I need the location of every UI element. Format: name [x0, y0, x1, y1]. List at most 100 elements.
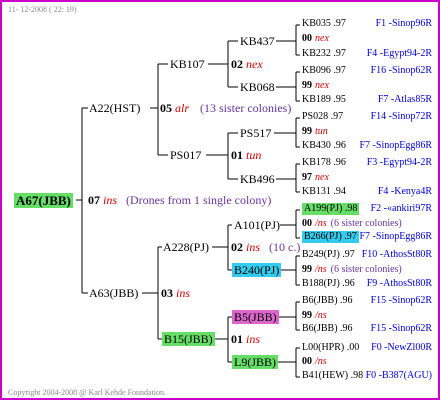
row-2-id[interactable]: KB232 .97	[302, 48, 346, 60]
row-22-rel: /ns	[315, 356, 327, 367]
ggp-kb068[interactable]: KB068	[240, 80, 275, 94]
row-7-gen: 99	[302, 126, 312, 137]
report-date: 11- 12-2008 ( 22: 19)	[8, 5, 77, 14]
p12-gen: 01	[231, 148, 243, 162]
gp-kb107[interactable]: KB107	[170, 57, 205, 71]
root-queen[interactable]: A67(JBB)	[14, 193, 73, 208]
p21-note: (10 c.)	[269, 240, 301, 254]
p2-gen-line: 03 ins	[161, 286, 190, 300]
row-1-gen-line: 00 nex	[302, 33, 329, 45]
row-14-id[interactable]: B266(PJ) .97	[302, 231, 359, 243]
row-7-gen-line: 99 tun	[302, 126, 328, 138]
row-22-gen-line: 00/ns	[302, 356, 327, 368]
row-13-note: (6 sister colonies)	[330, 218, 402, 229]
p22-rel: ins	[246, 332, 261, 346]
row-3-origin: F16 -Sinop62R	[370, 65, 432, 76]
row-16-note: (6 sister colonies)	[330, 264, 402, 275]
p2-rel: ins	[176, 286, 191, 300]
row-0-origin: F1 -Sinop96R	[375, 18, 432, 29]
row-13-rel: /ns	[315, 218, 327, 229]
row-6-origin: F14 -Sinop72R	[370, 111, 432, 122]
p11-rel: nex	[246, 57, 263, 71]
copyright: Copyright 2004-2008 @ Karl Kehde Foundat…	[8, 388, 167, 397]
row-3-id[interactable]: KB096 .97	[302, 65, 346, 77]
ggp-kb496[interactable]: KB496	[240, 172, 275, 186]
ggp-b240[interactable]: B240(PJ)	[232, 263, 282, 277]
row-20-id[interactable]: B6(JBB) .96	[302, 323, 353, 335]
row-18-origin: F15 -Sinop62R	[370, 295, 432, 306]
row-20-origin: F15 -Sinop62R	[370, 323, 432, 334]
row-11-origin: F4 -Kenya4R	[377, 186, 432, 197]
row-1-rel: nex	[315, 33, 329, 44]
p11-gen: 02	[231, 57, 243, 71]
p1-gen: 05	[160, 101, 172, 115]
ggp-a101[interactable]: A101(PJ)	[234, 218, 280, 232]
row-15-origin: F10 -AthosSt80R	[361, 249, 432, 260]
ggp-b5[interactable]: B5(JBB)	[232, 310, 279, 324]
root-gen-line: 07 ins (Drones from 1 single colony)	[88, 193, 271, 207]
p21-gen: 02	[231, 240, 243, 254]
row-23-id[interactable]: B41(HEW) .98	[302, 370, 363, 382]
row-8-origin: F7 -SinopEgg86R	[359, 140, 432, 151]
row-0-id[interactable]: KB035 .97	[302, 18, 346, 30]
p22-gen: 01	[231, 332, 243, 346]
row-12-origin: F2 -«ankiri97R	[370, 203, 432, 214]
row-16-gen-line: 99/ns (6 sister colonies)	[302, 264, 402, 276]
row-21-origin: F0 -NewZl00R	[371, 342, 432, 353]
root-note: (Drones from 1 single colony)	[126, 193, 272, 207]
row-8-id[interactable]: KB430 .96	[302, 140, 346, 152]
pedigree-frame: 11- 12-2008 ( 22: 19) Copyright 2004-200…	[0, 0, 440, 400]
row-7-rel: tun	[315, 126, 328, 137]
root-gen: 07	[88, 193, 100, 207]
row-4-gen: 99	[302, 80, 312, 91]
row-17-origin: F9 -AthosSt80R	[366, 278, 432, 289]
gp-a228[interactable]: A228(PJ)	[163, 240, 209, 254]
row-21-id[interactable]: L00(HPR) .00	[302, 342, 359, 354]
parent-a63[interactable]: A63(JBB)	[89, 286, 138, 300]
p21-gen-line: 02 ins (10 c.)	[231, 240, 300, 254]
p1-gen-line: 05 alr (13 sister colonies)	[160, 101, 291, 115]
parent-a22[interactable]: A22(HST)	[89, 101, 140, 115]
row-19-rel: /ns	[315, 310, 327, 321]
row-22-gen: 00	[302, 356, 312, 367]
row-9-origin: F3 -Egypt94-2R	[366, 157, 432, 168]
row-1-gen: 00	[302, 33, 312, 44]
row-16-rel: /ns	[315, 264, 327, 275]
row-13-gen-line: 00/ns (6 sister colonies)	[302, 218, 402, 230]
p1-rel: alr	[175, 101, 190, 115]
p12-rel: tun	[246, 148, 262, 162]
p11-gen-line: 02 nex	[231, 57, 263, 71]
row-4-gen-line: 99 nex	[302, 80, 329, 92]
row-11-id[interactable]: KB131 .94	[302, 186, 346, 198]
ggp-ps517[interactable]: PS517	[240, 126, 271, 140]
ggp-l9[interactable]: L9(JBB)	[232, 355, 278, 369]
row-12-id[interactable]: A199(PJ) .98	[302, 203, 360, 215]
row-10-rel: nex	[315, 172, 329, 183]
p12-gen-line: 01 tun	[231, 148, 261, 162]
row-19-gen-line: 99/ns	[302, 310, 327, 322]
gp-b15[interactable]: B15(JBB)	[162, 332, 215, 346]
p22-gen-line: 01 ins	[231, 332, 260, 346]
row-9-id[interactable]: KB178 .96	[302, 157, 346, 169]
row-4-rel: nex	[315, 80, 329, 91]
row-2-origin: F4 -Egypt94-2R	[366, 48, 432, 59]
row-10-gen-line: 97 nex	[302, 172, 329, 184]
row-18-id[interactable]: B6(JBB) .96	[302, 295, 353, 307]
root-rel: ins	[103, 193, 118, 207]
row-23-origin: F0 -B387(AGU)	[365, 370, 432, 381]
row-5-id[interactable]: KB189 .95	[302, 94, 346, 106]
row-17-id[interactable]: B188(PJ) .96	[302, 278, 355, 290]
row-16-gen: 99	[302, 264, 312, 275]
row-6-id[interactable]: PS028 .97	[302, 111, 343, 123]
ggp-kb437[interactable]: KB437	[240, 34, 275, 48]
p1-note: (13 sister colonies)	[200, 101, 292, 115]
p21-rel: ins	[246, 240, 261, 254]
p2-gen: 03	[161, 286, 173, 300]
row-5-origin: F7 -Atlas85R	[377, 94, 432, 105]
row-13-gen: 00	[302, 218, 312, 229]
row-10-gen: 97	[302, 172, 312, 183]
row-19-gen: 99	[302, 310, 312, 321]
row-15-id[interactable]: B249(PJ) .97	[302, 249, 355, 261]
row-14-origin: F7 -SinopEgg86R	[359, 231, 432, 242]
gp-ps017[interactable]: PS017	[170, 148, 201, 162]
